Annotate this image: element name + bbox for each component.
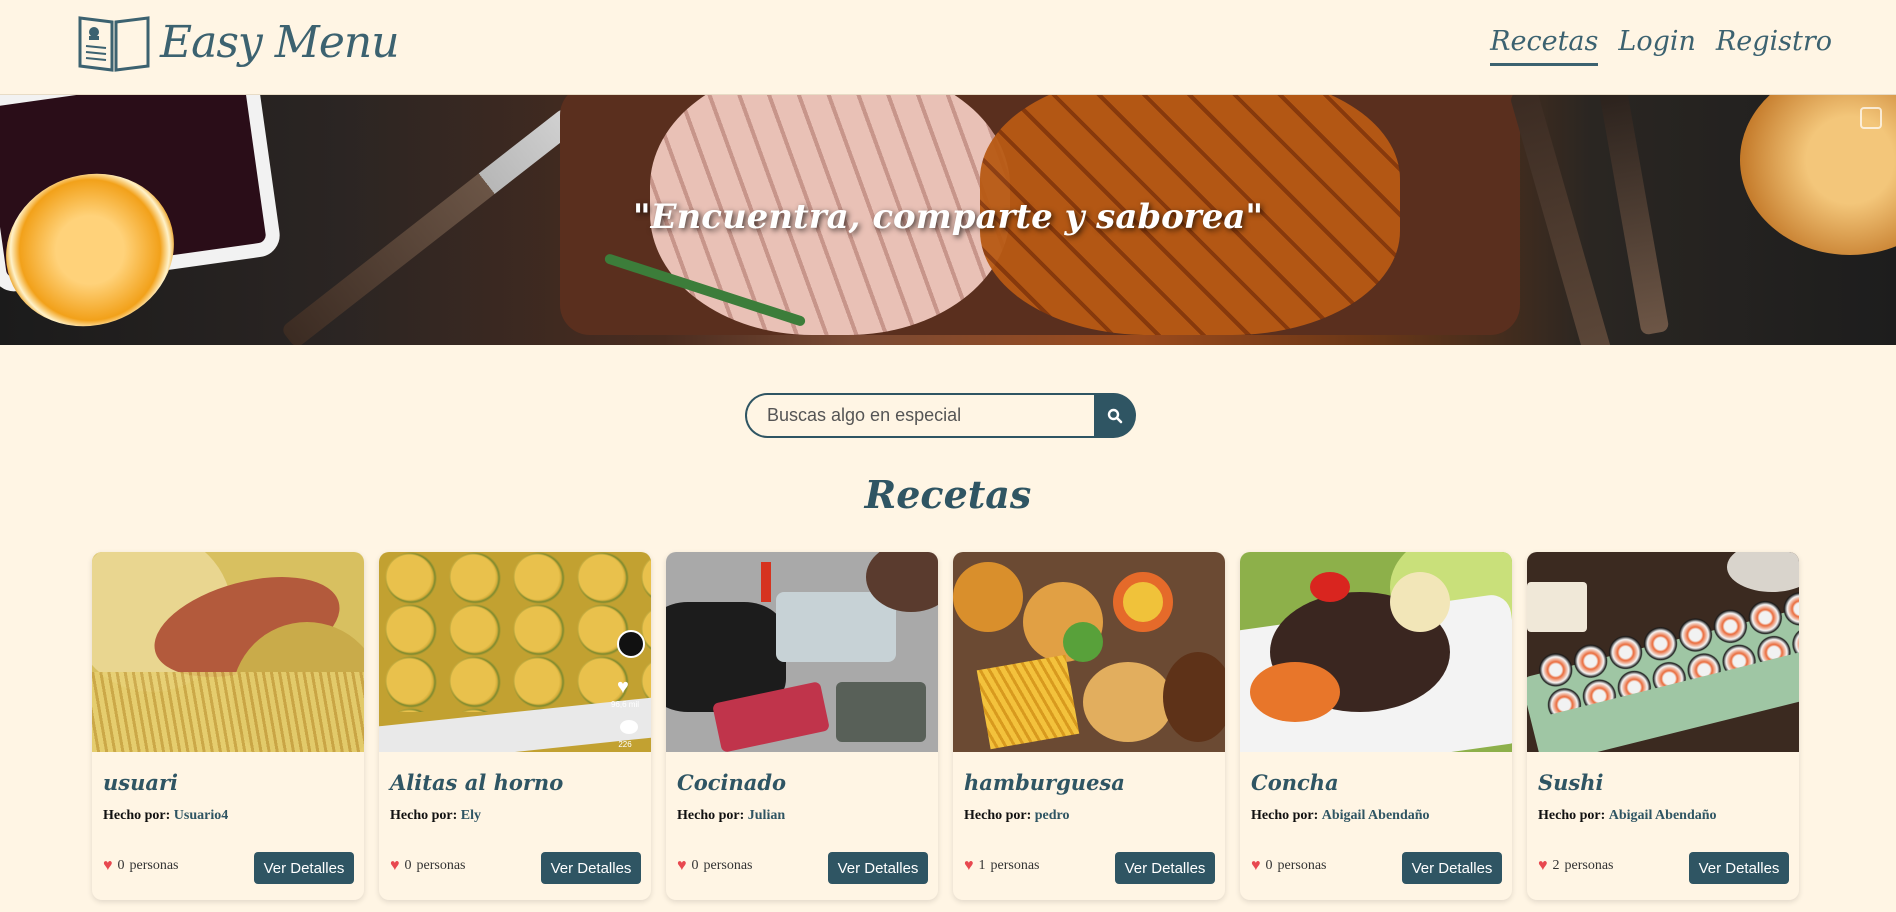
recipe-card: Sushi Hecho por: Abigail Abendaño ♥ 2 pers… — [1527, 552, 1799, 900]
nav-recetas[interactable]: Recetas — [1490, 26, 1599, 66]
recipe-author: Hecho por: pedro — [964, 808, 1070, 823]
main-nav: Recetas Login Registro — [1490, 26, 1832, 66]
recipe-author: Hecho por: Usuario4 — [103, 808, 229, 823]
recipe-title: Alitas al horno — [390, 770, 564, 795]
details-button[interactable]: Ver Detalles — [828, 852, 928, 884]
recipe-image[interactable] — [1527, 552, 1799, 752]
nav-login[interactable]: Login — [1618, 26, 1696, 66]
hero-quote: "Encuentra, comparte y saborea" — [632, 197, 1264, 237]
recipe-image[interactable] — [92, 552, 364, 752]
recipe-card: hamburguesa Hecho por: pedro ♥ 1 personas … — [953, 552, 1225, 900]
overlay-likes-count: 96,6 mil — [610, 700, 639, 709]
recipe-likes: ♥ 0 personas — [390, 857, 466, 874]
section-title: Recetas — [864, 472, 1032, 517]
search-bar — [745, 393, 1136, 438]
nav-registro[interactable]: Registro — [1716, 26, 1832, 66]
recipe-likes: ♥ 0 personas — [103, 857, 179, 874]
heart-icon[interactable]: ♥ — [1538, 858, 1548, 874]
overlay-comments-count: 226 — [618, 740, 632, 749]
site-header: Easy Menu Recetas Login Registro — [0, 0, 1896, 95]
recipe-title: Cocinado — [677, 770, 787, 795]
recipe-author: Hecho por: Ely — [390, 808, 481, 823]
recipe-author: Hecho por: Abigail Abendaño — [1251, 808, 1430, 823]
search-icon — [1107, 408, 1123, 423]
heart-icon[interactable]: ♥ — [677, 858, 687, 874]
recipe-grid: usuari Hecho por: Usuario4 ♥ 0 personas Ve… — [92, 552, 1799, 900]
recipe-title: Sushi — [1538, 770, 1604, 795]
recipe-title: Concha — [1251, 770, 1339, 795]
heart-icon[interactable]: ♥ — [964, 858, 974, 874]
brand-name: Easy Menu — [160, 16, 400, 68]
recipe-likes: ♥ 0 personas — [677, 857, 753, 874]
recipe-image[interactable] — [666, 552, 938, 752]
recipe-likes: ♥ 0 personas — [1251, 857, 1327, 874]
search-button[interactable] — [1094, 393, 1136, 438]
recipe-title: usuari — [103, 770, 179, 795]
like-overlay-icon: ♥ — [617, 676, 629, 698]
recipe-card: Concha Hecho por: Abigail Abendaño ♥ 0 per… — [1240, 552, 1512, 900]
recipe-image[interactable] — [953, 552, 1225, 752]
recipe-card: ♥ 96,6 mil 226 Alitas al horno Hecho por… — [379, 552, 651, 900]
brand-logo[interactable]: Easy Menu — [76, 10, 400, 74]
heart-icon[interactable]: ♥ — [390, 858, 400, 874]
heart-icon[interactable]: ♥ — [103, 858, 113, 874]
heart-icon[interactable]: ♥ — [1251, 858, 1261, 874]
hero-banner: "Encuentra, comparte y saborea" — [0, 95, 1896, 345]
details-button[interactable]: Ver Detalles — [1402, 852, 1502, 884]
recipe-card: Cocinado Hecho por: Julian ♥ 0 personas Ve… — [666, 552, 938, 900]
recipe-author: Hecho por: Abigail Abendaño — [1538, 808, 1717, 823]
recipe-likes: ♥ 1 personas — [964, 857, 1040, 874]
comment-overlay-icon — [620, 720, 638, 734]
recipe-image[interactable] — [1240, 552, 1512, 752]
recipe-book-icon — [78, 16, 150, 72]
details-button[interactable]: Ver Detalles — [541, 852, 641, 884]
search-input[interactable] — [745, 393, 1094, 438]
recipe-author: Hecho por: Julian — [677, 808, 786, 823]
recipe-title: hamburguesa — [964, 770, 1125, 795]
details-button[interactable]: Ver Detalles — [254, 852, 354, 884]
recipe-card: usuari Hecho por: Usuario4 ♥ 0 personas Ve… — [92, 552, 364, 900]
details-button[interactable]: Ver Detalles — [1115, 852, 1215, 884]
recipe-image[interactable]: ♥ 96,6 mil 226 — [379, 552, 651, 752]
recipe-likes: ♥ 2 personas — [1538, 857, 1614, 874]
details-button[interactable]: Ver Detalles — [1689, 852, 1789, 884]
fullscreen-icon[interactable] — [1860, 107, 1882, 129]
